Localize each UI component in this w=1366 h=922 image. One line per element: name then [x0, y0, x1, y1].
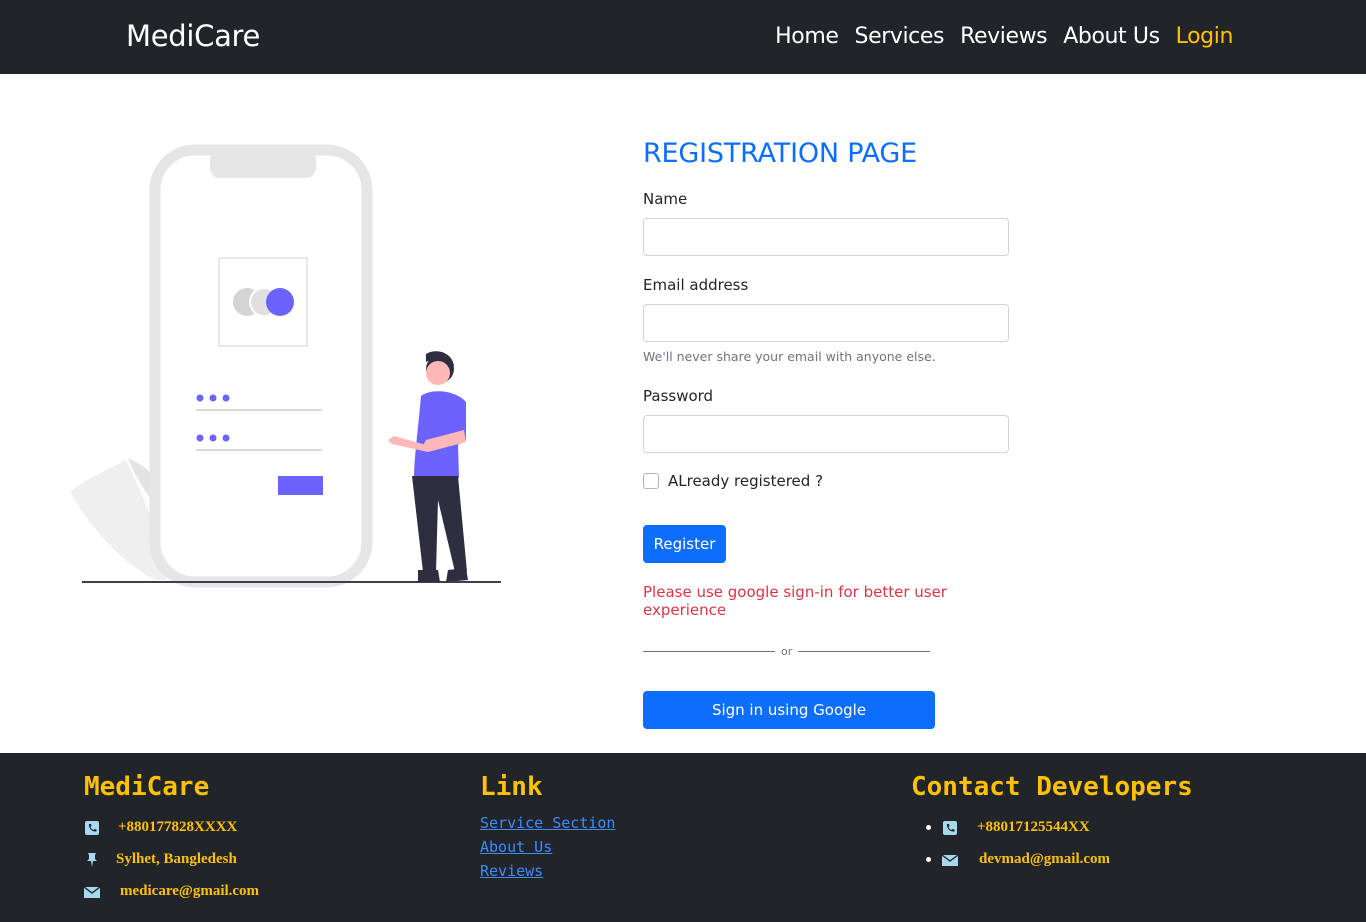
envelope-icon [84, 885, 100, 898]
register-button[interactable]: Register [643, 525, 726, 563]
pin-icon [87, 852, 97, 867]
nav-services[interactable]: Services [855, 24, 945, 49]
contact-phone-text: +88017125544XX [977, 819, 1090, 835]
footer-phone-text: +880177828XXXX [118, 819, 238, 835]
name-label: Name [643, 190, 688, 208]
envelope-icon [942, 853, 958, 866]
footer-phone-row: +880177828XXXX [84, 819, 237, 836]
already-registered-label[interactable]: ALready registered ? [668, 472, 823, 490]
footer-link-service-section[interactable]: Service Section [480, 814, 615, 832]
brand-logo[interactable]: MediCare [126, 19, 260, 53]
person-drawing [388, 351, 468, 582]
footer-brand-heading: MediCare [84, 772, 210, 802]
nav-home[interactable]: Home [775, 24, 839, 49]
list-bullet [926, 857, 931, 862]
google-signin-button[interactable]: Sign in using Google [643, 691, 935, 729]
phone-drawing [149, 144, 373, 588]
email-input[interactable] [643, 304, 1009, 342]
nav-reviews[interactable]: Reviews [960, 24, 1048, 49]
nav-login[interactable]: Login [1176, 24, 1234, 49]
page-title: REGISTRATION PAGE [643, 138, 917, 169]
footer-address-text: Sylhet, Bangledesh [116, 851, 237, 867]
divider-line-left [643, 651, 775, 652]
name-input[interactable] [643, 218, 1009, 256]
footer-address-row: Sylhet, Bangledesh [84, 851, 237, 868]
footer-email-row: medicare@gmail.com [84, 883, 259, 900]
email-help-text: We'll never share your email with anyone… [643, 349, 936, 364]
login-illustration [70, 144, 501, 588]
footer-link-about-us[interactable]: About Us [480, 838, 552, 856]
contact-email-row: devmad@gmail.com [926, 851, 1110, 868]
registration-form: REGISTRATION PAGE Name Email address We'… [643, 138, 1009, 729]
footer-links-heading: Link [480, 772, 543, 802]
list-bullet [926, 825, 931, 830]
or-divider: or [643, 645, 931, 658]
contact-email-text: devmad@gmail.com [979, 851, 1111, 867]
email-label: Email address [643, 276, 749, 294]
divider-line-right [798, 651, 931, 652]
phone-icon [943, 820, 957, 835]
footer-contact-heading: Contact Developers [911, 772, 1193, 802]
footer-link-reviews[interactable]: Reviews [480, 862, 543, 880]
contact-phone-row: +88017125544XX [926, 819, 1090, 836]
nav-about-us[interactable]: About Us [1063, 24, 1160, 49]
phone-icon [85, 820, 99, 835]
navbar: MediCare Home Services Reviews About Us … [0, 0, 1366, 74]
already-registered-checkbox[interactable] [643, 473, 659, 489]
already-registered-row: ALready registered ? [643, 472, 823, 490]
google-signin-hint: Please use google sign-in for better use… [643, 583, 947, 619]
nav-links: Home Services Reviews About Us Login [775, 24, 1233, 49]
footer: MediCare +880177828XXXX Sylhet, Banglede… [0, 753, 1366, 922]
password-label: Password [643, 387, 714, 405]
footer-email-text: medicare@gmail.com [120, 883, 260, 899]
divider-text: or [781, 645, 793, 658]
password-input[interactable] [643, 415, 1009, 453]
